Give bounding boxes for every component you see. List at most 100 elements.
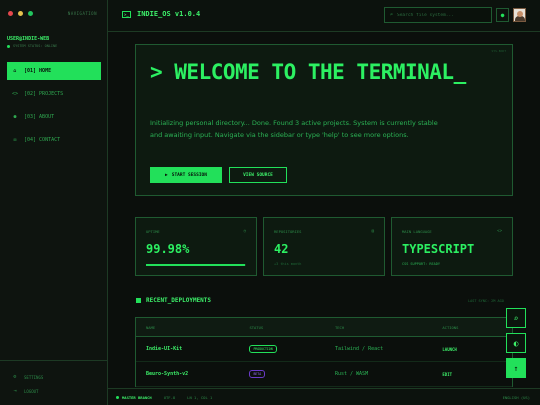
system-status-label: SYSTEM STATUS: ONLINE (13, 44, 58, 48)
contrast-icon: ◐ (513, 338, 519, 348)
search-box[interactable]: ⌕ (384, 7, 492, 23)
cursor-position: LN 1, COL 1 (187, 394, 213, 400)
search-fab-button[interactable]: ⌕ (506, 308, 526, 328)
mail-icon: ✉ (13, 137, 17, 143)
stat-card-repositories: REPOSITORIES ▤ 42 +3 this month (263, 217, 385, 276)
tech-stack: Rust / WASM (334, 371, 369, 377)
notification-bell-icon[interactable]: ● (496, 8, 509, 22)
sidebar: NAVIGATION USER@INDIE-WEB SYSTEM STATUS:… (0, 0, 108, 405)
avatar-head (517, 11, 523, 17)
stat-card-uptime: UPTIME ◷ 99.98% (135, 217, 257, 276)
maximize-window-button[interactable] (28, 11, 33, 16)
branch-label: MASTER BRANCH (122, 394, 152, 400)
stat-value: 99.98% (146, 242, 190, 256)
window-controls (8, 11, 33, 16)
code-icon: <> (12, 91, 19, 97)
stat-card-language: MAIN LANGUAGE <> TYPESCRIPT CSS SUPPORT:… (391, 217, 513, 276)
terminal-icon: >_ (122, 10, 131, 18)
sidebar-item-home[interactable]: ⌂ [01] HOME (7, 62, 101, 80)
search-icon: ⌕ (513, 313, 519, 323)
table-row[interactable]: Indie-UI-Kit PRODUCTION Tailwind / React… (136, 337, 512, 362)
folder-icon: ▤ (371, 228, 374, 233)
status-dot-icon (7, 44, 10, 48)
encoding-label: UTF-8 (163, 394, 176, 400)
welcome-panel: SYS.BOOT > WELCOME TO THE TERMINAL_ Init… (135, 44, 513, 196)
sidebar-item-contact[interactable]: ✉ [04] CONTACT (7, 131, 101, 149)
tech-stack: Tailwind / React (334, 346, 384, 352)
code-icon: <> (497, 228, 502, 233)
sidebar-footer: ⚙ SETTINGS ⇥ LOGOUT (0, 360, 108, 405)
top-bar: >_ INDIE_OS v1.0.4 ⌕ ● (108, 0, 540, 32)
logout-icon: ⇥ (13, 388, 17, 394)
scroll-top-button[interactable]: ↑ (506, 358, 526, 378)
hero-title: > WELCOME TO THE TERMINAL_ (150, 60, 466, 84)
sidebar-item-label: [02] PROJECTS (24, 91, 64, 97)
close-window-button[interactable] (8, 11, 13, 16)
stat-sub: CSS SUPPORT: READY (402, 262, 440, 266)
section-title: RECENT_DEPLOYMENTS (136, 297, 211, 304)
uptime-progress-bar (146, 264, 246, 266)
user-icon: ● (13, 114, 17, 120)
play-icon: ▶ (165, 172, 168, 178)
status-cell: BETA (249, 370, 335, 378)
column-header: NAME (146, 324, 156, 330)
theme-toggle-button[interactable]: ◐ (506, 333, 526, 353)
table-row[interactable]: Beuro-Synth-v2 BETA Rust / WASM EDIT (136, 362, 512, 387)
sidebar-item-label: LOGOUT (24, 388, 39, 394)
table-header: NAME STATUS TECH ACTIONS (136, 318, 512, 337)
launch-button[interactable]: LAUNCH (442, 347, 512, 352)
section-square-icon (136, 298, 141, 303)
home-icon: ⌂ (13, 68, 17, 74)
sidebar-item-label: [01] HOME (24, 68, 52, 74)
stat-sub: +3 this month (274, 262, 302, 266)
stat-label: UPTIME (146, 229, 160, 234)
project-name: Indie-UI-Kit (146, 346, 183, 352)
last-sync-label: LAST SYNC: 2M AGO (468, 299, 504, 303)
start-session-button[interactable]: ▶ START SESSION (150, 167, 222, 183)
search-icon: ⌕ (390, 12, 394, 18)
column-header: STATUS (249, 324, 264, 330)
hero-description: Initializing personal directory... Done.… (150, 119, 438, 139)
deployments-table: NAME STATUS TECH ACTIONS Indie-UI-Kit PR… (135, 317, 513, 387)
column-header: TECH (334, 324, 345, 330)
stat-label: MAIN LANGUAGE (402, 229, 432, 234)
minimize-window-button[interactable] (18, 11, 23, 16)
sidebar-item-label: [03] ABOUT (24, 114, 55, 120)
sidebar-item-about[interactable]: ● [03] ABOUT (7, 108, 101, 126)
view-source-button[interactable]: VIEW SOURCE (229, 167, 287, 183)
branch-indicator[interactable]: MASTER BRANCH (116, 395, 152, 400)
column-header: ACTIONS (442, 324, 459, 330)
stat-label: REPOSITORIES (274, 229, 302, 234)
clock-icon: ◷ (243, 228, 246, 233)
stat-value: TYPESCRIPT (402, 242, 475, 256)
arrow-up-icon: ↑ (513, 363, 519, 373)
status-badge: PRODUCTION (249, 345, 277, 353)
search-input[interactable] (397, 12, 488, 18)
gear-icon: ⚙ (13, 374, 17, 380)
sidebar-item-label: [04] CONTACT (24, 137, 61, 143)
hero-tag: SYS.BOOT (491, 49, 506, 53)
edit-button[interactable]: EDIT (442, 372, 512, 377)
view-source-label: VIEW SOURCE (243, 172, 273, 178)
sidebar-item-projects[interactable]: <> [02] PROJECTS (7, 85, 101, 103)
avatar[interactable] (513, 8, 526, 22)
system-status: SYSTEM STATUS: ONLINE (7, 44, 57, 48)
sidebar-nav: ⌂ [01] HOME <> [02] PROJECTS ● [03] ABOU… (7, 62, 101, 154)
project-name: Beuro-Synth-v2 (146, 371, 189, 377)
section-title-label: RECENT_DEPLOYMENTS (146, 297, 212, 304)
language-label[interactable]: ENGLISH (US) (503, 395, 530, 400)
sidebar-item-settings[interactable]: ⚙ SETTINGS (7, 371, 108, 383)
branch-dot-icon (116, 395, 119, 399)
stat-value: 42 (274, 242, 289, 256)
uptime-progress-fill (146, 264, 245, 266)
sidebar-item-label: SETTINGS (24, 374, 44, 380)
nav-tag: NAVIGATION (67, 11, 97, 16)
app-title: >_ INDIE_OS v1.0.4 (122, 10, 200, 18)
status-cell: PRODUCTION (249, 345, 335, 353)
user-name: USER@INDIE-WEB (7, 36, 50, 42)
sidebar-item-logout[interactable]: ⇥ LOGOUT (7, 385, 108, 397)
app-title-label: INDIE_OS v1.0.4 (137, 10, 201, 18)
status-bar: MASTER BRANCH UTF-8 LN 1, COL 1 ENGLISH … (108, 388, 540, 405)
start-session-label: START SESSION (171, 172, 207, 178)
status-badge: BETA (249, 370, 266, 378)
